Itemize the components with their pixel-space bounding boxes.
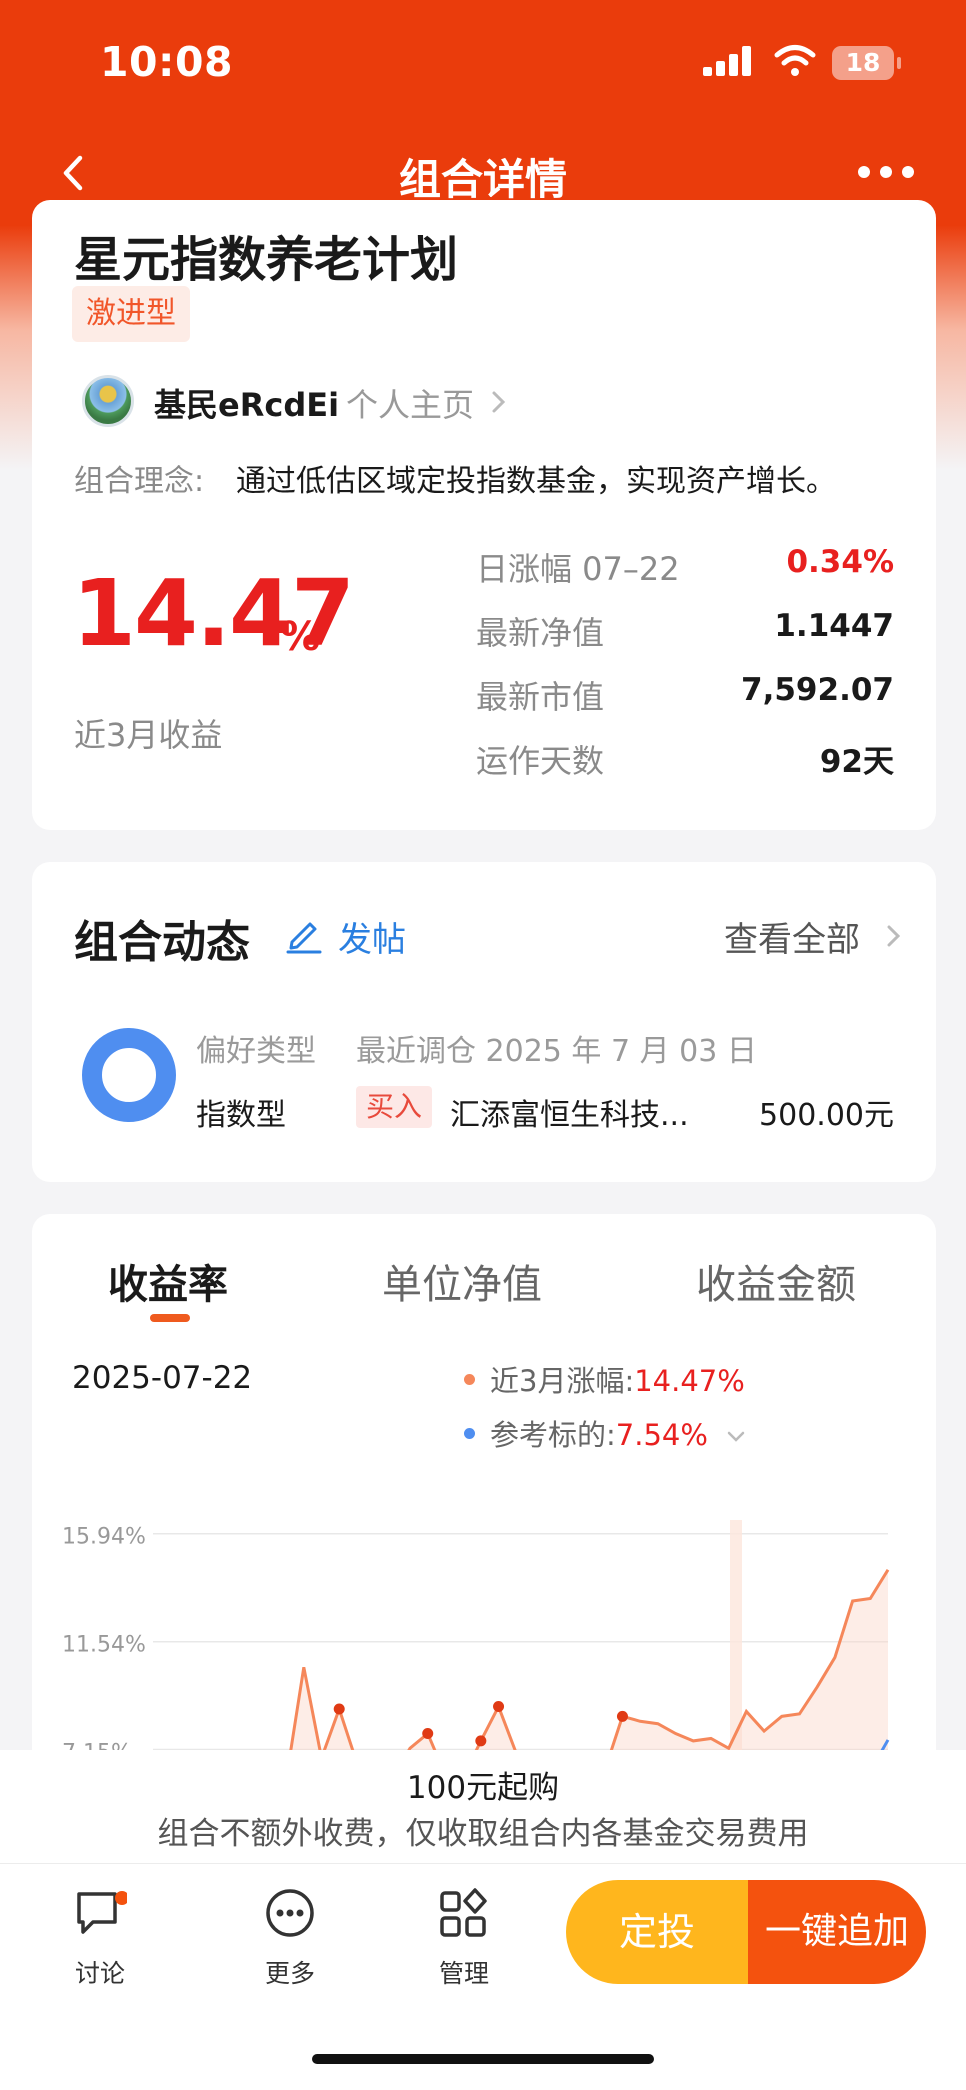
more-options-icon[interactable] [858, 160, 914, 184]
return-label: 近3月收益 [74, 716, 223, 754]
bottom-panel: 100元起购 组合不额外收费，仅收取组合内各基金交易费用 讨论 更多 管理 定投… [0, 1750, 966, 2090]
discussion-label: 讨论 [74, 1959, 125, 1988]
view-all-link[interactable]: 查看全部 [724, 912, 860, 961]
trade-marker [475, 1735, 487, 1747]
more-button[interactable]: 更多 [230, 1886, 350, 1990]
divider [0, 1863, 966, 1864]
legend-benchmark-label: 参考标的: [490, 1418, 616, 1452]
rebalance-date-label: 最近调仓 2025 年 7 月 03 日 [356, 1034, 757, 1069]
page-title: 组合详情 [398, 155, 567, 204]
operation-days-label: 运作天数 [476, 742, 605, 780]
return-unit: % [280, 614, 321, 660]
market-value-value: 7,592.07 [741, 672, 894, 708]
preference-type-label: 偏好类型 [196, 1034, 316, 1069]
tab-return-rate[interactable]: 收益率 [108, 1252, 228, 1310]
edit-pen-icon[interactable] [284, 914, 324, 954]
manage-label: 管理 [438, 1959, 489, 1988]
trade-marker [493, 1701, 505, 1713]
legend-dot-return [464, 1374, 475, 1385]
status-bar: 10:08 18 [0, 0, 966, 120]
wifi-icon [774, 45, 816, 76]
avatar[interactable] [82, 375, 134, 427]
y-tick-label: 7.15% [62, 1741, 132, 1751]
discussion-button[interactable]: 讨论 [40, 1886, 160, 1990]
chevron-right-icon[interactable] [884, 922, 904, 950]
operation-days-value: 92天 [819, 744, 894, 780]
legend-benchmark[interactable]: 参考标的:7.54% [490, 1412, 708, 1454]
trade-marker [616, 1710, 628, 1722]
grid-manage-icon [440, 1888, 487, 1937]
return-line-chart[interactable]: 15.94% 11.54% 7.15% [60, 1490, 906, 1750]
y-tick-label: 11.54% [62, 1633, 146, 1658]
cursor-band [730, 1520, 742, 1750]
manage-button[interactable]: 管理 [404, 1886, 524, 1990]
chevron-right-icon[interactable] [488, 388, 510, 416]
concept-label: 组合理念: [74, 464, 205, 499]
plan-name: 星元指数养老计划 [74, 232, 459, 288]
trade-marker [422, 1728, 434, 1740]
concept-text: 通过低估区域定投指数基金，实现资产增长。 [236, 464, 836, 499]
fee-note-text: 组合不额外收费，仅收取组合内各基金交易费用 [157, 1816, 809, 1852]
chevron-down-icon[interactable] [726, 1430, 746, 1444]
status-time: 10:08 [100, 38, 234, 86]
active-tab-indicator [150, 1314, 190, 1322]
chat-bubble-icon [77, 1891, 129, 1934]
latest-nav-value: 1.1447 [774, 608, 894, 644]
post-button[interactable]: 发帖 [338, 912, 406, 961]
daily-change-value: 0.34% [786, 544, 894, 580]
tab-unit-nav[interactable]: 单位净值 [382, 1252, 542, 1310]
auto-invest-button[interactable]: 定投 [566, 1880, 748, 1984]
y-tick-label: 15.94% [62, 1525, 146, 1550]
user-name[interactable]: 基民eRcdEi [154, 380, 339, 426]
legend-return: 近3月涨幅:14.47% [490, 1358, 745, 1400]
profile-link[interactable]: 个人主页 [346, 380, 474, 426]
battery-icon: 18 [832, 46, 901, 80]
action-buttons: 定投 一键追加 [566, 1880, 926, 1984]
legend-dot-benchmark [464, 1428, 475, 1439]
daily-change-label: 日涨幅 07–22 [476, 550, 680, 588]
market-value-label: 最新市值 [476, 678, 605, 716]
trade-amount: 500.00元 [759, 1098, 894, 1133]
dynamics-title: 组合动态 [74, 917, 250, 968]
minimum-purchase-text: 100元起购 [406, 1770, 560, 1806]
home-indicator [312, 2054, 654, 2064]
portfolio-dynamics-card: 组合动态 发帖 查看全部 偏好类型 指数型 最近调仓 2025 年 7 月 03… [32, 862, 936, 1182]
cellular-signal-icon [703, 46, 755, 76]
plan-summary-card: 星元指数养老计划 激进型 基民eRcdEi 个人主页 组合理念: 通过低估区域定… [32, 200, 936, 830]
battery-level: 18 [845, 48, 881, 77]
risk-tag: 激进型 [72, 286, 190, 342]
legend-return-value: 14.47% [634, 1364, 745, 1398]
legend-benchmark-value: 7.54% [615, 1418, 708, 1452]
return-area [290, 1569, 888, 1750]
preference-type-value: 指数型 [196, 1098, 286, 1133]
preference-donut-icon [82, 1028, 176, 1122]
one-click-add-button[interactable]: 一键追加 [748, 1880, 926, 1984]
fund-name[interactable]: 汇添富恒生科技... [450, 1090, 689, 1134]
chart-date: 2025-07-22 [72, 1360, 253, 1396]
legend-return-label: 近3月涨幅: [490, 1364, 635, 1398]
latest-nav-label: 最新净值 [476, 614, 605, 652]
more-circle-icon [266, 1889, 314, 1937]
tab-return-amount[interactable]: 收益金额 [696, 1252, 856, 1310]
more-label: 更多 [264, 1959, 315, 1988]
trade-marker [333, 1703, 345, 1715]
buy-tag: 买入 [356, 1086, 433, 1128]
